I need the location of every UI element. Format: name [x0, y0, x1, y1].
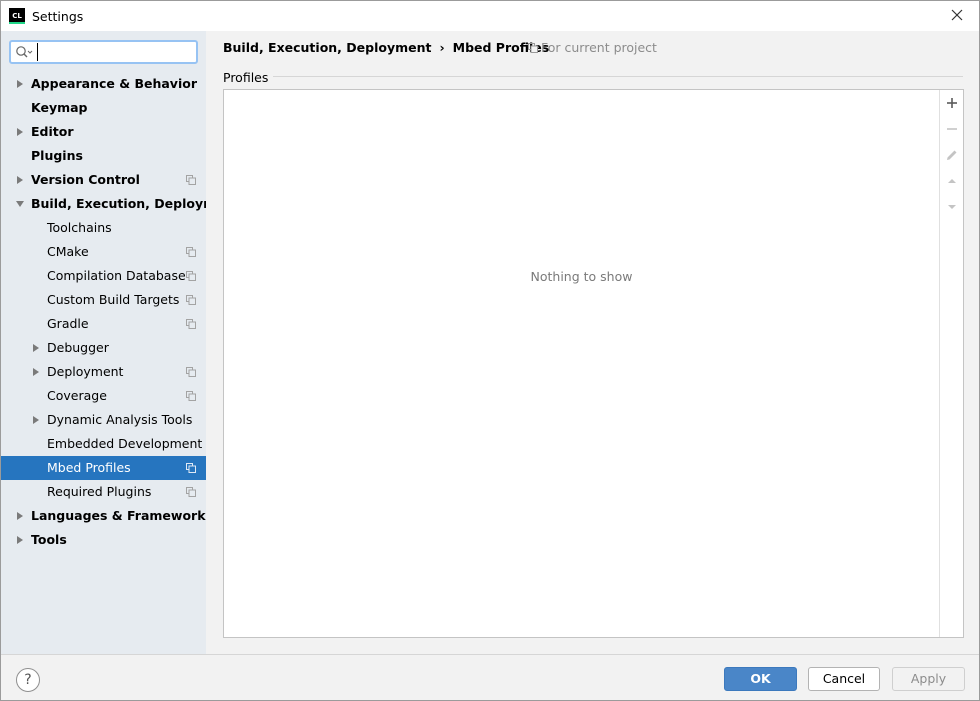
arrow-down-icon[interactable] [943, 198, 961, 216]
collapsed-arrow-icon[interactable] [16, 536, 24, 544]
main-panel: Build, Execution, Deployment › Mbed Profil… [206, 31, 979, 654]
profiles-list[interactable]: Nothing to show [224, 90, 939, 637]
project-scope-icon [186, 391, 196, 401]
profiles-panel: Nothing to show [223, 89, 964, 638]
tree-item-label: Plugins [31, 148, 83, 163]
search-icon[interactable] [15, 45, 33, 59]
breadcrumb: Build, Execution, Deployment › Mbed Profil… [223, 40, 549, 56]
empty-list-text: Nothing to show [530, 269, 633, 284]
tree-item[interactable]: Deployment [1, 360, 206, 384]
tree-item-label: Toolchains [47, 220, 112, 235]
tree-item[interactable]: Custom Build Targets [1, 288, 206, 312]
tree-item[interactable]: Languages & Frameworks [1, 504, 213, 528]
tree-item[interactable]: Dynamic Analysis Tools [1, 408, 206, 432]
tree-item[interactable]: Tools [1, 528, 206, 552]
tree-item-label: Embedded Development [47, 436, 203, 451]
tree-item-label: Deployment [47, 364, 124, 379]
tree-item-label: Languages & Frameworks [31, 508, 213, 523]
scope-indicator: For current project [528, 40, 657, 55]
tree-item[interactable]: Coverage [1, 384, 206, 408]
settings-dialog: CL Settings Appearance & Behavior Keymap E… [0, 0, 980, 701]
project-scope-icon [186, 319, 196, 329]
minus-icon[interactable] [943, 120, 961, 138]
project-scope-icon [186, 247, 196, 257]
tree-item[interactable]: Build, Execution, Deployment [1, 192, 239, 216]
project-scope-icon [528, 43, 538, 53]
tree-item-label: Mbed Profiles [47, 460, 131, 475]
close-icon[interactable] [949, 7, 965, 23]
tree-item[interactable]: Embedded Development [1, 432, 206, 456]
collapsed-arrow-icon[interactable] [16, 176, 24, 184]
tree-item-label: Tools [31, 532, 67, 547]
tree-item-label: CMake [47, 244, 89, 259]
tree-item[interactable]: Plugins [1, 144, 206, 168]
clion-app-icon: CL [9, 8, 25, 24]
project-scope-icon [186, 367, 196, 377]
project-scope-icon [186, 271, 196, 281]
tree-item-label: Keymap [31, 100, 88, 115]
apply-button[interactable]: Apply [892, 667, 965, 691]
tree-item-label: Debugger [47, 340, 109, 355]
plus-icon[interactable] [943, 94, 961, 112]
project-scope-icon [186, 487, 196, 497]
tree-item[interactable]: Keymap [1, 96, 206, 120]
dialog-footer: ? OK Cancel Apply [1, 654, 979, 700]
project-scope-icon [186, 295, 196, 305]
search-input[interactable] [37, 43, 192, 61]
tree-item-label: Dynamic Analysis Tools [47, 412, 193, 427]
tree-item[interactable]: CMake [1, 240, 206, 264]
tree-item-label: Custom Build Targets [47, 292, 180, 307]
tree-item-label: Editor [31, 124, 74, 139]
tree-item-label: Gradle [47, 316, 89, 331]
tree-item[interactable]: Compilation Database [1, 264, 206, 288]
collapsed-arrow-icon[interactable] [16, 512, 24, 520]
section-title: Profiles [223, 70, 269, 85]
project-scope-icon [186, 175, 196, 185]
collapsed-arrow-icon[interactable] [16, 80, 24, 88]
section-divider [273, 76, 963, 77]
project-scope-icon [186, 463, 196, 473]
tree-item-label: Compilation Database [47, 268, 186, 283]
collapsed-arrow-icon[interactable] [16, 128, 24, 136]
tree-item[interactable]: Toolchains [1, 216, 206, 240]
cancel-button[interactable]: Cancel [808, 667, 880, 691]
breadcrumb-separator: › [439, 40, 445, 55]
tree-item[interactable]: Version Control [1, 168, 206, 192]
tree-item[interactable]: Mbed Profiles [1, 456, 206, 480]
tree-item-label: Appearance & Behavior [31, 76, 197, 91]
tree-item-label: Coverage [47, 388, 107, 403]
tree-item[interactable]: Editor [1, 120, 206, 144]
profiles-toolbar [939, 90, 963, 637]
tree-item[interactable]: Debugger [1, 336, 206, 360]
tree-item[interactable]: Gradle [1, 312, 206, 336]
title-bar: CL Settings [1, 1, 979, 31]
tree-item-label: Version Control [31, 172, 140, 187]
settings-tree: Appearance & Behavior Keymap Editor Plugins… [1, 72, 239, 552]
help-button[interactable]: ? [16, 668, 40, 692]
tree-item-label: Required Plugins [47, 484, 152, 499]
collapsed-arrow-icon[interactable] [32, 344, 40, 352]
collapsed-arrow-icon[interactable] [32, 416, 40, 424]
settings-sidebar: Appearance & Behavior Keymap Editor Plugins… [1, 31, 239, 654]
arrow-up-icon[interactable] [943, 172, 961, 190]
tree-item[interactable]: Required Plugins [1, 480, 206, 504]
tree-item[interactable]: Appearance & Behavior [1, 72, 206, 96]
collapsed-arrow-icon[interactable] [32, 368, 40, 376]
breadcrumb-parent[interactable]: Build, Execution, Deployment [223, 40, 431, 55]
window-title: Settings [32, 9, 84, 24]
ok-button[interactable]: OK [724, 667, 797, 691]
pencil-icon[interactable] [943, 146, 961, 164]
expanded-arrow-icon[interactable] [16, 200, 24, 208]
search-box[interactable] [9, 40, 198, 64]
scope-label: For current project [541, 40, 657, 55]
